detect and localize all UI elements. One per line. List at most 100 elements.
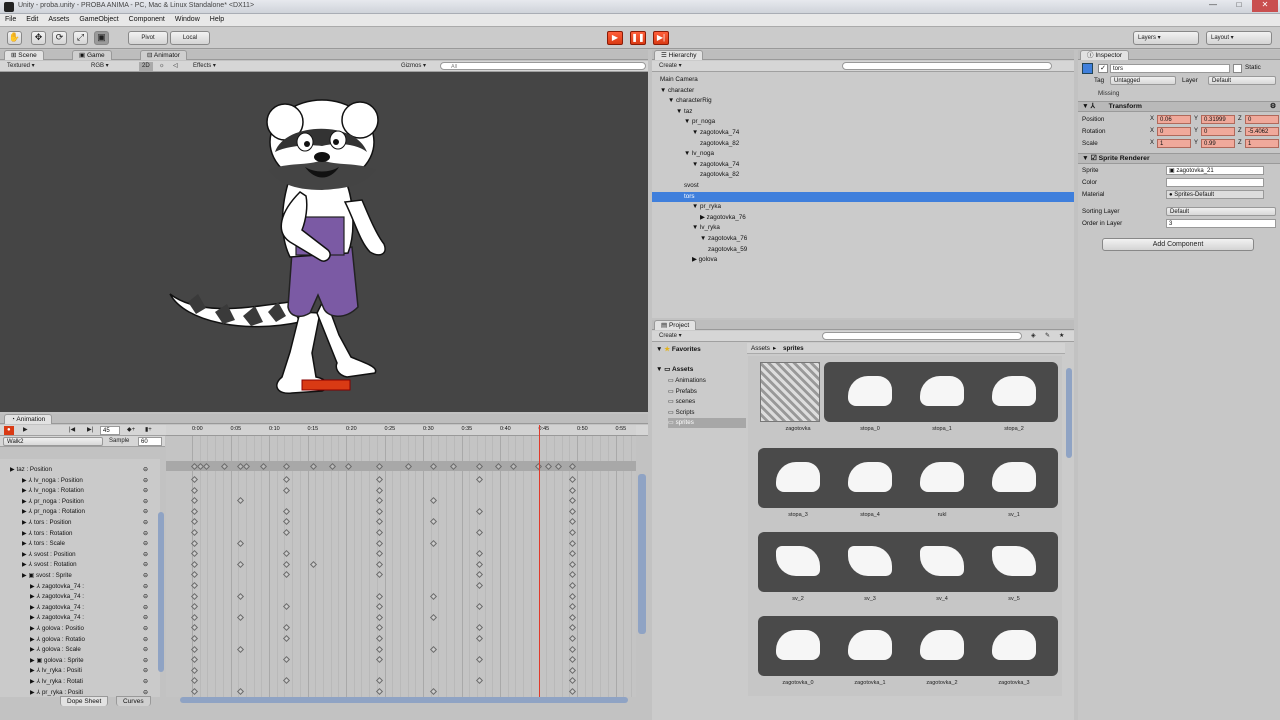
folder-scripts[interactable]: ▭ Scripts (668, 408, 746, 418)
hierarchy-item[interactable]: zagotovka_82 (652, 139, 1074, 150)
menu-assets[interactable]: Assets (43, 14, 74, 23)
track-row[interactable]: ▶ ⅄ tors : Position ⊖ (0, 518, 160, 529)
sprite-renderer-header[interactable]: ▼ ☑ Sprite Renderer (1078, 153, 1280, 164)
tab-curves[interactable]: Curves (116, 696, 151, 706)
next-key-icon[interactable]: ▶| (84, 426, 96, 435)
add-event-icon[interactable]: ▮+ (142, 426, 155, 435)
hierarchy-item[interactable]: ▼ zagotovka_74 (652, 160, 1074, 171)
folder-animations[interactable]: ▭ Animations (668, 376, 746, 386)
dopesheet-vscrollbar[interactable] (638, 474, 646, 634)
tab-hierarchy[interactable]: ☰ Hierarchy (654, 50, 704, 60)
track-row[interactable]: ▶ ⅄ golova : Positio ⊖ (0, 624, 160, 635)
tab-animator[interactable]: ⊟ Animator (140, 50, 187, 60)
layout-dropdown[interactable]: Layout ▾ (1206, 31, 1272, 45)
transform-header[interactable]: ▼ ⅄ Transform ⚙ (1078, 101, 1280, 112)
scl-y-field[interactable]: 0.99 (1201, 139, 1235, 148)
sample-field[interactable]: 60 (138, 437, 162, 446)
remove-track-icon[interactable]: ⊖ (143, 645, 148, 655)
remove-track-icon[interactable]: ⊖ (143, 529, 148, 539)
sprite-thumbnail[interactable] (848, 376, 892, 406)
menu-help[interactable]: Help (205, 14, 229, 23)
gizmos-dropdown[interactable]: Gizmos ▾ (398, 62, 436, 71)
remove-track-icon[interactable]: ⊖ (143, 465, 148, 475)
tab-project[interactable]: ▤ Project (654, 320, 697, 330)
track-row[interactable]: ▶ ⅄ tors : Scale ⊖ (0, 539, 160, 550)
hierarchy-item[interactable]: ▼ pr_noga (652, 117, 1074, 128)
scl-x-field[interactable]: 1 (1157, 139, 1191, 148)
record-button[interactable]: ● (4, 426, 14, 435)
sorting-layer-dropdown[interactable]: Default (1166, 207, 1276, 216)
2d-toggle[interactable]: 2D (139, 62, 153, 71)
hierarchy-search-input[interactable] (842, 62, 1052, 70)
sprite-atlas-thumbnail[interactable] (760, 362, 820, 422)
hierarchy-item[interactable]: ▼ pr_ryka (652, 202, 1074, 213)
hierarchy-item[interactable]: svost (652, 181, 1074, 192)
menu-file[interactable]: File (0, 14, 21, 23)
hierarchy-item[interactable]: ▼ lv_noga (652, 149, 1074, 160)
hierarchy-item[interactable]: zagotovka_59 (652, 245, 1074, 256)
track-row[interactable]: ▶ ⅄ svost : Rotation ⊖ (0, 560, 160, 571)
pos-y-field[interactable]: 0.31999 (1201, 115, 1235, 124)
track-row[interactable]: ▶ ⅄ pr_noga : Position ⊖ (0, 497, 160, 508)
tab-animation[interactable]: ◔ Animation (4, 414, 53, 424)
remove-track-icon[interactable]: ⊖ (143, 592, 148, 602)
folder-prefabs[interactable]: ▭ Prefabs (668, 387, 746, 397)
rot-y-field[interactable]: 0 (1201, 127, 1235, 136)
menu-component[interactable]: Component (124, 14, 170, 23)
remove-track-icon[interactable]: ⊖ (143, 666, 148, 676)
dopesheet[interactable]: 0:00 0:05 0:10 0:15 0:20 0:25 0:30 0:35 0:40 0:45… (166, 425, 636, 697)
pivot-toggle[interactable]: Pivot (128, 31, 168, 45)
sprite-thumbnail[interactable] (848, 462, 892, 492)
track-scrollbar[interactable] (158, 512, 164, 672)
remove-track-icon[interactable]: ⊖ (143, 624, 148, 634)
effects-dropdown[interactable]: Effects ▾ (190, 62, 230, 71)
track-row[interactable]: ▶ taz : Position ⊖ (0, 465, 160, 476)
sprite-thumbnail[interactable] (848, 546, 892, 576)
remove-track-icon[interactable]: ⊖ (143, 476, 148, 486)
folder-sprites[interactable]: ▭ sprites (668, 418, 746, 429)
sprite-thumbnail[interactable] (920, 546, 964, 576)
tab-dope-sheet[interactable]: Dope Sheet (60, 696, 109, 706)
track-row[interactable]: ▶ ⅄ zagotovka_74 : ⊖ (0, 613, 160, 624)
favorite-icon[interactable]: ★ (1056, 332, 1067, 341)
sprite-thumbnail[interactable] (920, 630, 964, 660)
project-create-dropdown[interactable]: Create ▾ (656, 332, 685, 341)
remove-track-icon[interactable]: ⊖ (143, 656, 148, 666)
hierarchy-item[interactable]: ▶ zagotovka_76 (652, 213, 1074, 224)
remove-track-icon[interactable]: ⊖ (143, 613, 148, 623)
sprite-thumbnail[interactable] (848, 630, 892, 660)
sprite-thumbnail[interactable] (776, 630, 820, 660)
sprite-thumbnail[interactable] (992, 630, 1036, 660)
filter-label-icon[interactable]: ✎ (1042, 332, 1053, 341)
hierarchy-item[interactable]: ▼ character (652, 86, 1074, 97)
sprite-thumbnail[interactable] (920, 376, 964, 406)
scale-tool-icon[interactable]: ⤢ (73, 31, 88, 45)
remove-track-icon[interactable]: ⊖ (143, 539, 148, 549)
track-row[interactable]: ▶ ⅄ zagotovka_74 : ⊖ (0, 582, 160, 593)
hierarchy-item[interactable]: ▼ zagotovka_74 (652, 128, 1074, 139)
track-row[interactable]: ▶ ⅄ lv_ryka : Positi ⊖ (0, 666, 160, 677)
audio-toggle-icon[interactable]: ◁ (170, 62, 181, 71)
add-component-button[interactable]: Add Component (1102, 238, 1254, 251)
remove-track-icon[interactable]: ⊖ (143, 550, 148, 560)
anim-play-icon[interactable]: ▶ (20, 426, 31, 435)
sprite-thumbnail[interactable] (992, 462, 1036, 492)
tab-scene[interactable]: ⊞ Scene (4, 50, 44, 60)
remove-track-icon[interactable]: ⊖ (143, 507, 148, 517)
playhead[interactable] (539, 425, 540, 697)
filter-type-icon[interactable]: ◈ (1028, 332, 1039, 341)
track-row[interactable]: ▶ ⅄ lv_noga : Rotation ⊖ (0, 486, 160, 497)
scl-z-field[interactable]: 1 (1245, 139, 1279, 148)
track-row[interactable]: ▶ ⅄ pr_noga : Rotation ⊖ (0, 507, 160, 518)
track-row[interactable]: ▶ ⅄ zagotovka_74 : ⊖ (0, 592, 160, 603)
layer-dropdown[interactable]: Default (1208, 76, 1276, 85)
breadcrumb-root[interactable]: Assets (751, 345, 770, 352)
order-field[interactable]: 3 (1166, 219, 1276, 228)
sprite-field[interactable]: ▣ zagotovka_21 (1166, 166, 1264, 175)
rot-z-field[interactable]: -5.4062 (1245, 127, 1279, 136)
remove-track-icon[interactable]: ⊖ (143, 497, 148, 507)
sprite-thumbnail[interactable] (992, 546, 1036, 576)
local-toggle[interactable]: Local (170, 31, 210, 45)
breadcrumb-leaf[interactable]: sprites (783, 345, 804, 352)
hierarchy-item[interactable]: ▼ zagotovka_76 (652, 234, 1074, 245)
